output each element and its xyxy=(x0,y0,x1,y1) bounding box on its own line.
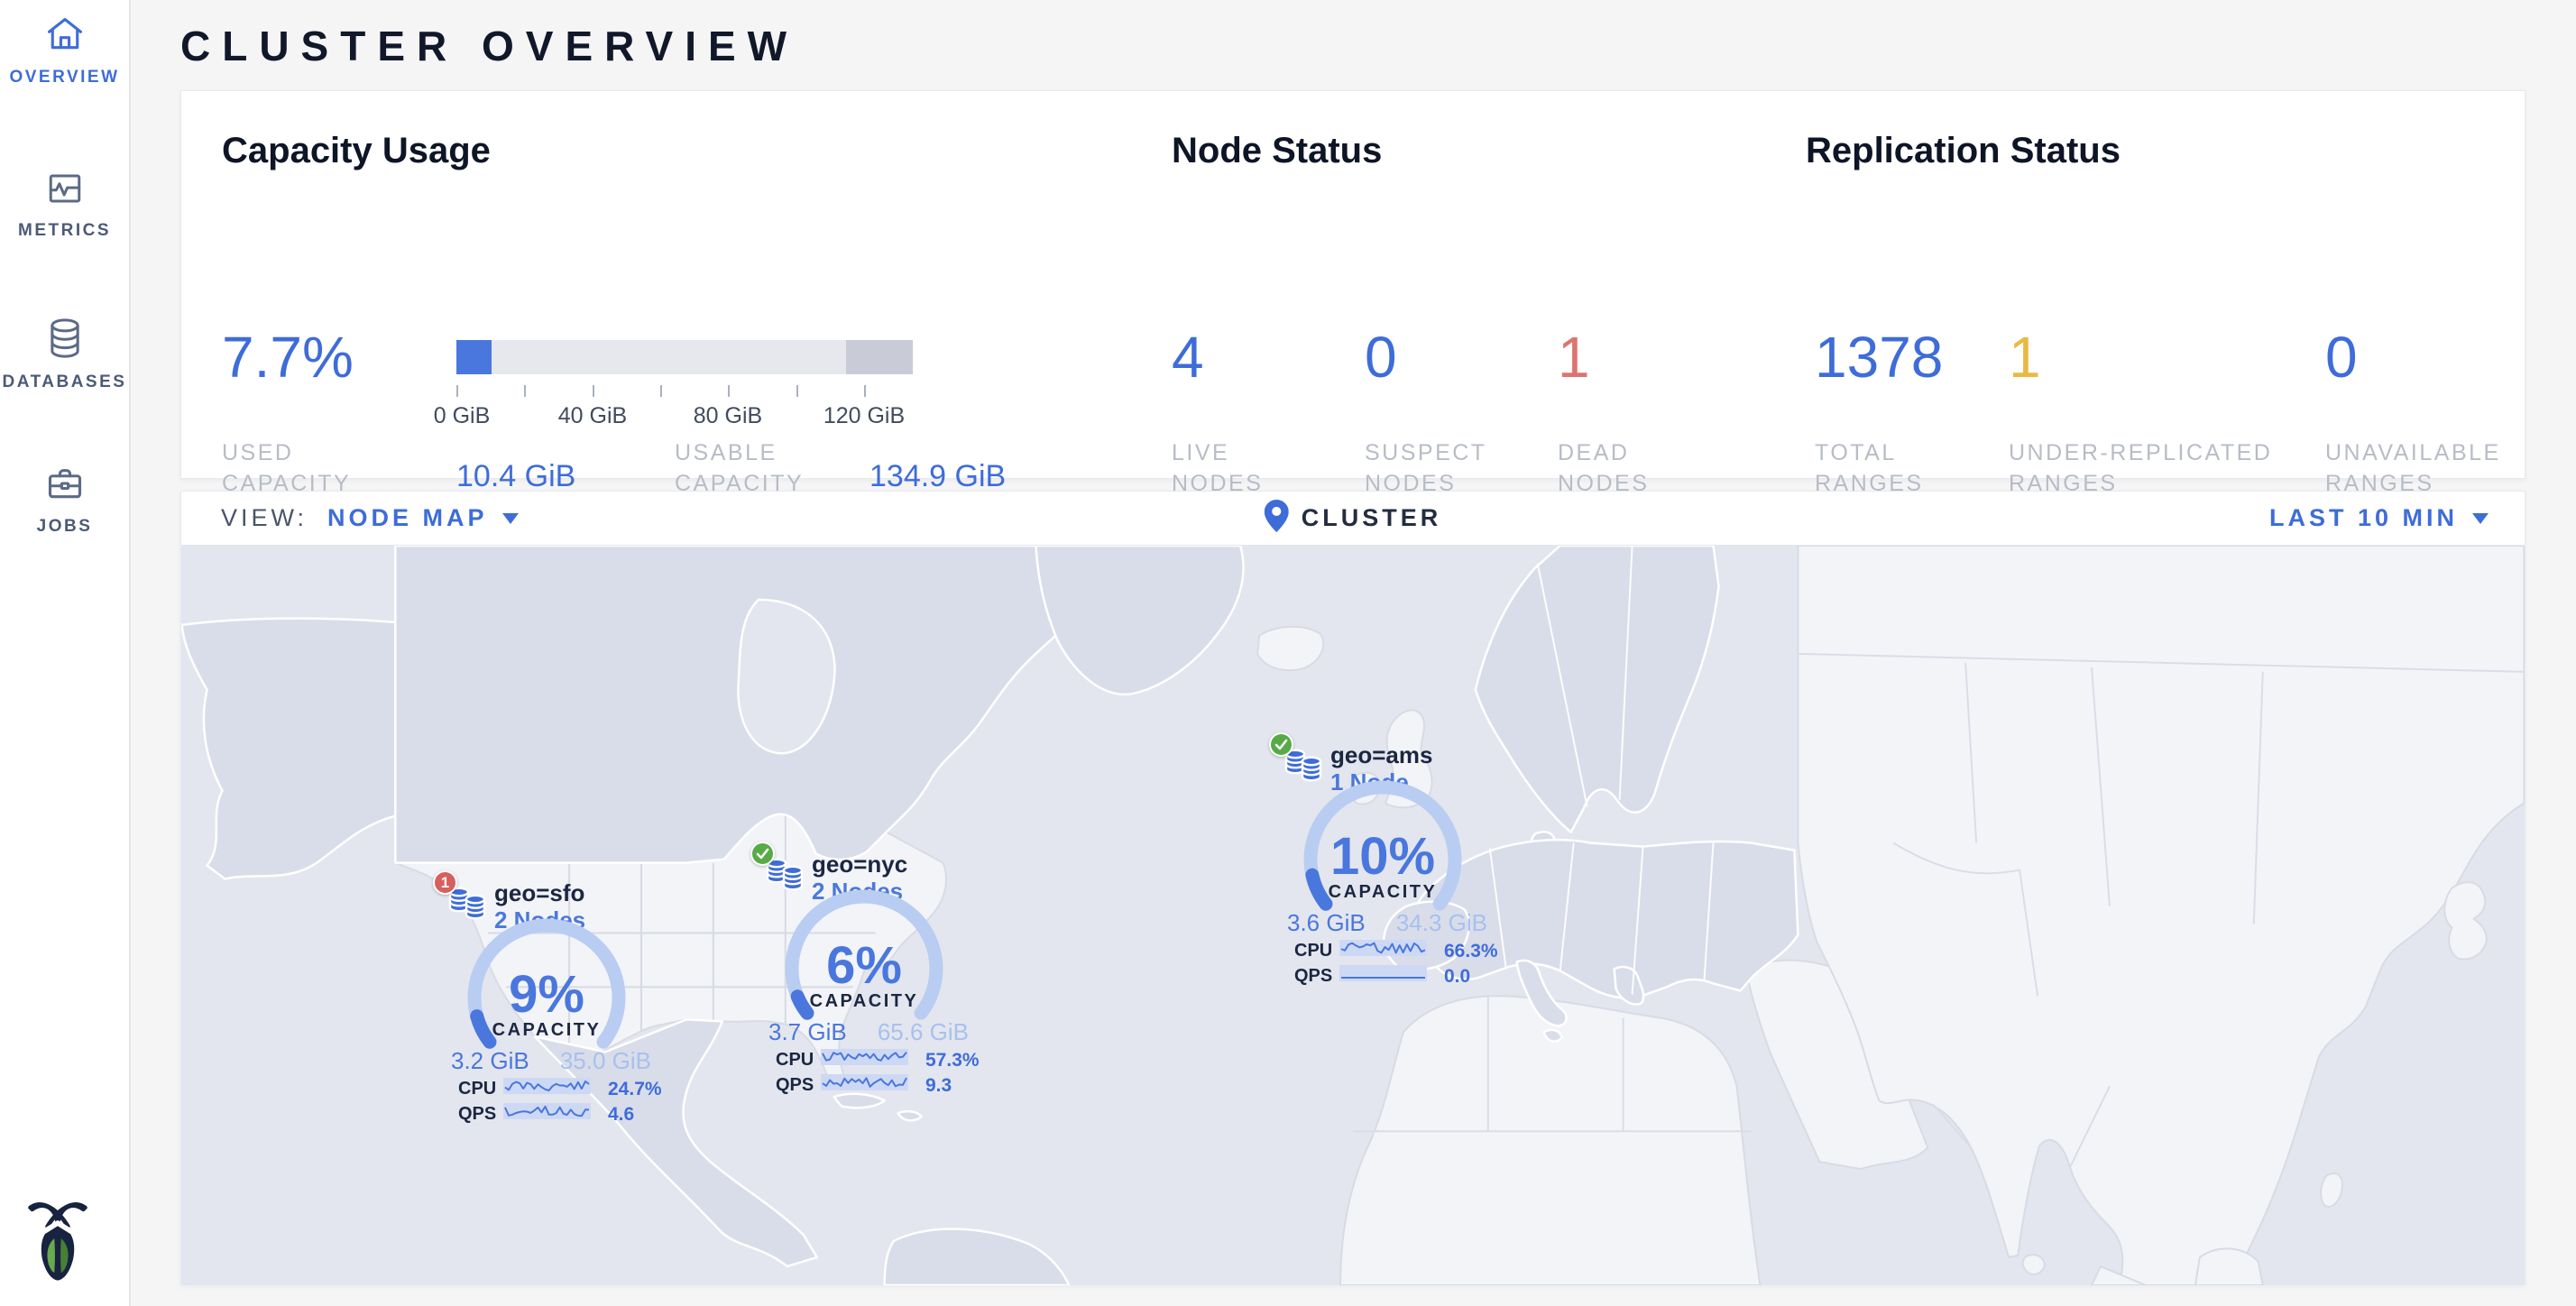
databases-icon xyxy=(0,317,129,363)
healthy-badge xyxy=(1269,732,1293,757)
cockroachdb-logo xyxy=(23,1194,92,1286)
cpu-value: 57.3% xyxy=(925,1050,980,1071)
view-label: VIEW: xyxy=(221,504,308,532)
cpu-sparkline xyxy=(503,1078,591,1094)
region-total-capacity: 65.6 GiB xyxy=(878,1018,969,1046)
capacity-bar-ticks xyxy=(456,385,913,398)
sidebar-item-label: JOBS xyxy=(0,517,129,537)
cluster-summary-card: Capacity Usage 7.7% 0 GiB 40 GiB 80 GiB … xyxy=(180,90,2525,479)
region-capacity-percent: 10% xyxy=(1247,826,1518,887)
node-map-region-ams[interactable]: geo=ams 1 Node 10% CAPACITY 3.6 GiB 34.3… xyxy=(1247,729,1518,995)
used-capacity-label: USEDCAPACITY xyxy=(222,437,351,499)
dead-node-badge: 1 xyxy=(433,870,457,895)
region-capacity-percent: 9% xyxy=(411,964,682,1025)
sidebar-item-metrics[interactable]: METRICS xyxy=(0,170,129,241)
replication-status-title: Replication Status xyxy=(1806,131,2121,171)
capacity-bar-fill xyxy=(456,340,492,374)
qps-value: 0.0 xyxy=(1444,966,1470,988)
view-selector-dropdown[interactable]: NODE MAP xyxy=(327,504,519,532)
unavailable-ranges-count: 0 xyxy=(2325,324,2358,391)
region-total-capacity: 35.0 GiB xyxy=(560,1047,651,1075)
region-capacity-caption: CAPACITY xyxy=(1247,882,1518,903)
cpu-value: 66.3% xyxy=(1444,941,1498,962)
under-replicated-ranges-label: UNDER-REPLICATEDRANGES xyxy=(2009,437,2272,499)
node-map-card: VIEW: NODE MAP CLUSTER LAST 10 MIN xyxy=(180,491,2525,1285)
qps-value: 4.6 xyxy=(608,1104,634,1126)
unavailable-ranges-label: UNAVAILABLERANGES xyxy=(2325,437,2501,499)
qps-row: QPS 9.3 xyxy=(729,1073,999,1095)
cpu-row: CPU 57.3% xyxy=(729,1048,999,1070)
jobs-icon xyxy=(0,464,129,508)
region-capacity-caption: CAPACITY xyxy=(729,991,999,1012)
qps-label: QPS xyxy=(776,1075,814,1096)
qps-label: QPS xyxy=(458,1104,496,1125)
cpu-row: CPU 24.7% xyxy=(411,1077,682,1099)
cpu-row: CPU 66.3% xyxy=(1247,939,1518,961)
cpu-value: 24.7% xyxy=(608,1079,662,1100)
qps-row: QPS 4.6 xyxy=(411,1102,682,1124)
qps-row: QPS 0.0 xyxy=(1247,964,1518,986)
healthy-badge xyxy=(750,842,775,866)
world-map: 1 geo=sfo 2 Nodes xyxy=(181,546,2525,1285)
sidebar-item-jobs[interactable]: JOBS xyxy=(0,464,129,537)
sidebar: OVERVIEW METRICS DATABASES xyxy=(0,0,131,1306)
total-ranges-label: TOTALRANGES xyxy=(1815,437,1924,499)
cluster-overview-page: OVERVIEW METRICS DATABASES xyxy=(0,0,2576,1306)
usable-capacity-label: USABLECAPACITY xyxy=(675,437,804,499)
cpu-label: CPU xyxy=(458,1079,496,1099)
suspect-nodes-label: SUSPECTNODES xyxy=(1365,437,1487,499)
region-used-capacity: 3.2 GiB xyxy=(451,1047,529,1075)
time-range-value: LAST 10 MIN xyxy=(2269,504,2458,532)
qps-label: QPS xyxy=(1294,966,1332,987)
under-replicated-ranges-count: 1 xyxy=(2009,324,2041,391)
sidebar-item-label: METRICS xyxy=(0,221,129,241)
dead-nodes-label: DEADNODES xyxy=(1558,437,1649,499)
suspect-nodes-count: 0 xyxy=(1365,324,1397,391)
time-range-dropdown[interactable]: LAST 10 MIN xyxy=(2269,504,2489,532)
capacity-bar-reserved xyxy=(846,340,913,374)
breadcrumb-cluster: CLUSTER xyxy=(1302,504,1442,532)
region-total-capacity: 34.3 GiB xyxy=(1396,909,1487,937)
capacity-usage-title: Capacity Usage xyxy=(222,131,491,171)
node-map-region-nyc[interactable]: geo=nyc 2 Nodes 6% CAPACITY 3.7 GiB 65.6… xyxy=(729,838,999,1104)
usable-capacity-value: 134.9 GiB xyxy=(869,459,1006,494)
qps-sparkline xyxy=(1339,965,1427,981)
node-map-region-sfo[interactable]: 1 geo=sfo 2 Nodes xyxy=(411,867,682,1133)
region-capacity-percent: 6% xyxy=(729,935,999,996)
sidebar-item-databases[interactable]: DATABASES xyxy=(0,317,129,392)
live-nodes-count: 4 xyxy=(1172,324,1204,391)
map-toolbar: VIEW: NODE MAP CLUSTER LAST 10 MIN xyxy=(181,492,2525,546)
region-name: geo=ams xyxy=(1330,741,1432,769)
cpu-sparkline xyxy=(821,1049,908,1065)
qps-value: 9.3 xyxy=(925,1075,952,1097)
metrics-icon xyxy=(0,170,129,212)
node-status-title: Node Status xyxy=(1172,131,1382,171)
total-ranges-count: 1378 xyxy=(1815,324,1943,391)
region-capacity-caption: CAPACITY xyxy=(411,1020,682,1041)
capacity-used-percent: 7.7% xyxy=(222,324,354,391)
live-nodes-label: LIVENODES xyxy=(1172,437,1263,499)
map-pin-icon xyxy=(1265,500,1289,537)
cpu-label: CPU xyxy=(776,1050,814,1071)
sidebar-item-label: DATABASES xyxy=(0,372,129,392)
chevron-down-icon xyxy=(502,513,519,524)
page-title: CLUSTER OVERVIEW xyxy=(180,22,798,70)
sidebar-item-label: OVERVIEW xyxy=(0,68,129,87)
qps-sparkline xyxy=(503,1103,591,1119)
region-used-capacity: 3.7 GiB xyxy=(768,1018,847,1046)
used-capacity-value: 10.4 GiB xyxy=(456,459,575,494)
dead-nodes-count: 1 xyxy=(1558,324,1590,391)
cpu-sparkline xyxy=(1339,940,1427,956)
capacity-bar xyxy=(456,340,913,374)
region-name: geo=sfo xyxy=(494,879,584,907)
cpu-label: CPU xyxy=(1294,941,1332,961)
view-selector-value: NODE MAP xyxy=(327,504,488,532)
sidebar-item-overview[interactable]: OVERVIEW xyxy=(0,14,129,87)
chevron-down-icon xyxy=(2472,513,2489,524)
region-used-capacity: 3.6 GiB xyxy=(1287,909,1366,937)
home-icon xyxy=(0,14,129,59)
qps-sparkline xyxy=(821,1074,908,1090)
region-name: geo=nyc xyxy=(812,851,907,878)
